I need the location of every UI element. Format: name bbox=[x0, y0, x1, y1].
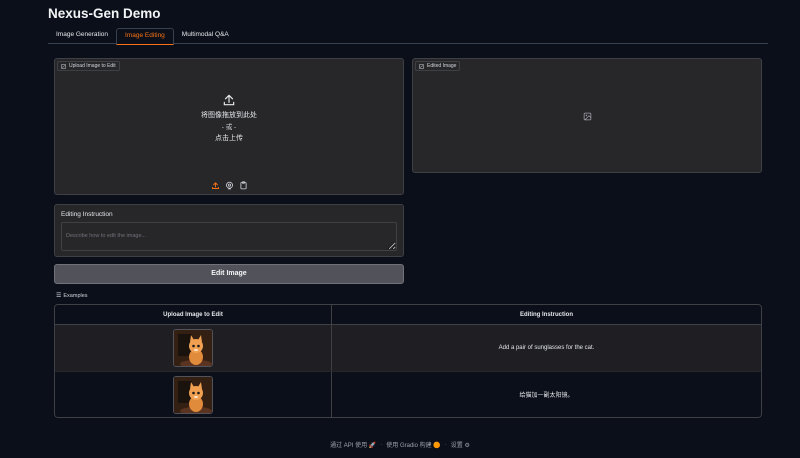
examples-label-text: Examples bbox=[63, 292, 88, 299]
example-row[interactable]: 给猫加一副太阳镜。 bbox=[55, 371, 761, 417]
cat-thumbnail bbox=[173, 375, 213, 414]
gear-icon: ⚙ bbox=[464, 443, 470, 449]
instruction-panel: Editing Instruction bbox=[54, 204, 404, 257]
upload-icon[interactable] bbox=[211, 181, 220, 190]
upload-image-panel[interactable]: Upload Image to Edit 将图像拖放到此处 - 或 - 点击上传 bbox=[54, 58, 404, 195]
edited-panel-label-text: Edited Image bbox=[427, 63, 457, 69]
examples-label: ☰ Examples bbox=[56, 292, 88, 300]
gradio-logo-icon: 🟠 bbox=[433, 443, 441, 449]
example-instruction-cell: Add a pair of sunglasses for the cat. bbox=[498, 345, 595, 351]
app-title: Nexus-Gen Demo bbox=[48, 6, 161, 21]
instruction-textarea[interactable] bbox=[61, 222, 397, 251]
image-label-icon bbox=[419, 63, 424, 69]
edited-image-panel: Edited Image bbox=[412, 58, 762, 173]
footer: 通过 API 使用 🚀 · 使用 Gradio 构建 🟠 · 设置 ⚙ bbox=[0, 440, 800, 450]
tab-multimodal-qa[interactable]: Multimodal Q&A bbox=[174, 28, 237, 44]
upload-arrow-icon bbox=[223, 94, 235, 106]
examples-header-instruction: Editing Instruction bbox=[520, 312, 573, 318]
examples-header-image: Upload Image to Edit bbox=[55, 305, 332, 324]
webcam-icon[interactable] bbox=[225, 181, 234, 190]
edit-image-button[interactable]: Edit Image bbox=[54, 264, 404, 284]
gradio-link[interactable]: 使用 Gradio 构建 🟠 bbox=[386, 440, 441, 449]
list-icon: ☰ bbox=[56, 293, 62, 299]
footer-separator: · bbox=[444, 441, 447, 448]
upload-source-toolbar bbox=[55, 181, 403, 190]
api-link[interactable]: 通过 API 使用 🚀 bbox=[330, 440, 376, 449]
image-label-icon bbox=[61, 63, 66, 69]
upload-panel-label: Upload Image to Edit bbox=[57, 61, 120, 71]
cat-thumbnail bbox=[173, 329, 213, 367]
click-upload-text: 点击上传 bbox=[215, 135, 243, 142]
tab-image-generation[interactable]: Image Generation bbox=[48, 28, 116, 44]
upload-panel-label-text: Upload Image to Edit bbox=[69, 63, 116, 69]
image-placeholder-icon bbox=[583, 112, 592, 121]
example-instruction-cell: 给猫加一副太阳镜。 bbox=[519, 393, 574, 399]
instruction-label: Editing Instruction bbox=[61, 211, 113, 218]
tab-bar: Image Generation Image Editing Multimoda… bbox=[48, 28, 768, 45]
examples-header: Upload Image to Edit Editing Instruction bbox=[55, 305, 761, 325]
drop-text: 将图像拖放到此处 bbox=[201, 112, 257, 119]
clipboard-icon[interactable] bbox=[239, 181, 248, 190]
edited-panel-label: Edited Image bbox=[415, 61, 461, 71]
example-image-cell bbox=[55, 372, 332, 417]
settings-link-text: 设置 bbox=[450, 443, 463, 449]
example-row[interactable]: Add a pair of sunglasses for the cat. bbox=[55, 325, 761, 371]
api-link-text: 通过 API 使用 bbox=[330, 443, 368, 449]
examples-table: Upload Image to Edit Editing Instruction bbox=[54, 304, 762, 418]
or-text: - 或 - bbox=[221, 123, 237, 131]
tab-image-editing[interactable]: Image Editing bbox=[116, 28, 174, 45]
settings-link[interactable]: 设置 ⚙ bbox=[451, 440, 470, 449]
footer-separator: · bbox=[380, 441, 383, 448]
upload-dropzone[interactable]: 将图像拖放到此处 - 或 - 点击上传 bbox=[55, 93, 403, 145]
rocket-icon: 🚀 bbox=[368, 443, 377, 449]
gradio-link-text: 使用 Gradio 构建 bbox=[386, 443, 432, 449]
example-image-cell bbox=[55, 325, 332, 371]
